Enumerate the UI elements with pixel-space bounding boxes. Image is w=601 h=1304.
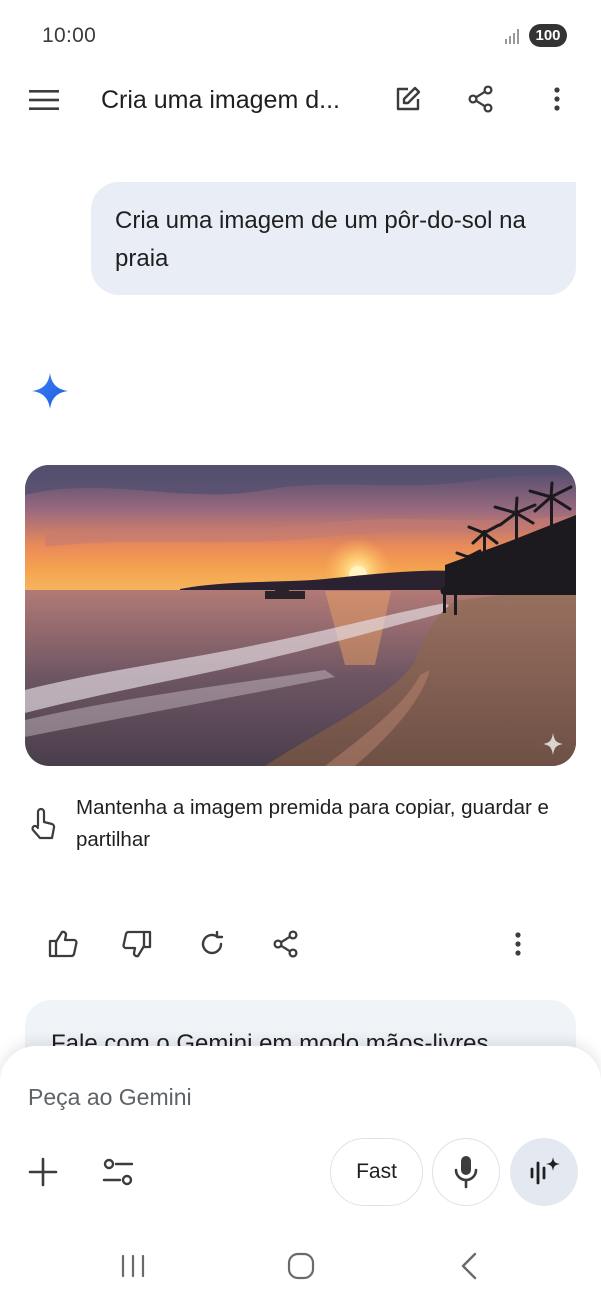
- system-nav-bar: [0, 1230, 601, 1304]
- generated-image[interactable]: [25, 465, 576, 766]
- home-icon[interactable]: [279, 1244, 323, 1288]
- thumb-up-icon[interactable]: [41, 922, 85, 966]
- menu-icon[interactable]: [22, 78, 66, 122]
- status-time: 10:00: [42, 24, 97, 47]
- touch-hold-icon: [31, 807, 56, 840]
- status-bar: 10:00 100: [0, 0, 601, 70]
- more-vert-icon[interactable]: [535, 77, 579, 121]
- app-bar: Cria uma imagem d...: [0, 70, 601, 130]
- share-icon[interactable]: [264, 922, 308, 966]
- sparkle-icon: [32, 373, 68, 409]
- prompt-input[interactable]: Peça ao Gemini: [28, 1084, 192, 1111]
- mic-icon: [454, 1156, 478, 1189]
- response-actions: [0, 920, 601, 968]
- mode-selector[interactable]: Fast: [330, 1138, 423, 1206]
- mic-button[interactable]: [432, 1138, 500, 1206]
- battery-indicator: 100: [529, 24, 567, 47]
- edit-icon[interactable]: [386, 77, 430, 121]
- recents-icon[interactable]: [111, 1244, 155, 1288]
- live-button[interactable]: [510, 1138, 578, 1206]
- tools-icon[interactable]: [94, 1148, 142, 1196]
- mode-label: Fast: [356, 1160, 397, 1183]
- user-message-bubble[interactable]: Cria uma imagem de um pôr-do-sol na prai…: [91, 182, 576, 295]
- thumb-down-icon[interactable]: [115, 922, 159, 966]
- share-icon[interactable]: [459, 77, 503, 121]
- chat-title[interactable]: Cria uma imagem d...: [101, 86, 340, 115]
- live-icon: [530, 1157, 560, 1185]
- regenerate-icon[interactable]: [190, 922, 234, 966]
- signal-icon: [505, 29, 519, 44]
- more-vert-icon[interactable]: [496, 922, 540, 966]
- hint-text: Mantenha a imagem premida para copiar, g…: [76, 796, 549, 851]
- plus-icon[interactable]: [19, 1148, 67, 1196]
- back-icon[interactable]: [447, 1244, 491, 1288]
